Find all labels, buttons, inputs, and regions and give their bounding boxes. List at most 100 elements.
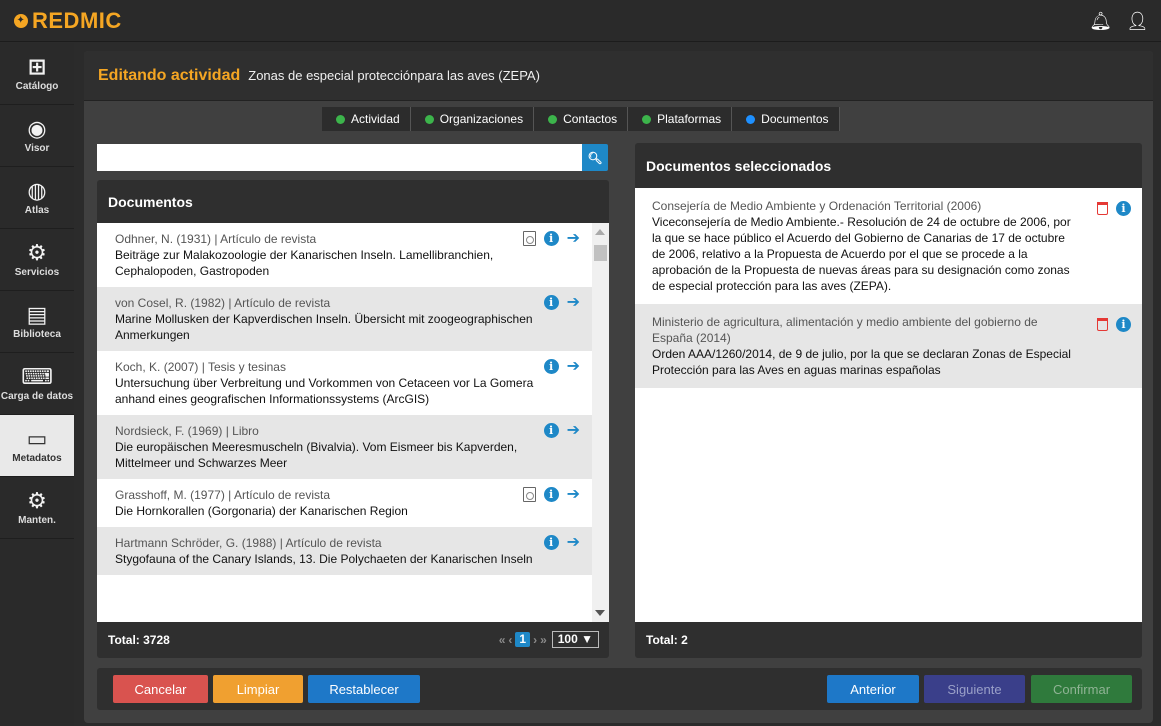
sidebar-item-visor[interactable]: ◉ Visor [0, 105, 74, 167]
scroll-thumb[interactable] [594, 245, 607, 261]
clear-button[interactable]: Limpiar [213, 675, 303, 703]
step-organizaciones[interactable]: Organizaciones [411, 107, 535, 131]
sidebar-item-label: Catálogo [15, 81, 59, 92]
doc-meta: von Cosel, R. (1982) | Artículo de revis… [115, 296, 331, 310]
sidebar: ⊞ Catálogo ◉ Visor ◍ Atlas ⚙ Servicios ▤… [0, 43, 74, 726]
page-subtitle: Zonas de especial protecciónpara las ave… [248, 68, 540, 83]
reset-button[interactable]: Restablecer [308, 675, 420, 703]
arrow-right-icon[interactable]: ➔ [567, 231, 580, 247]
trash-icon[interactable] [1097, 318, 1108, 331]
sidebar-item-carga-de-datos[interactable]: ⌨ Carga de datos [0, 353, 74, 415]
doc-meta: Grasshoff, M. (1977) | Artículo de revis… [115, 488, 330, 502]
sitemap-icon: ⊞ [27, 54, 47, 79]
top-bar: ✦ REDMIC 🔔︎ 👤︎ [0, 0, 1161, 42]
arrow-right-icon[interactable]: ➔ [567, 535, 580, 551]
list-item[interactable]: Ministerio de agricultura, alimentación … [635, 304, 1142, 388]
sidebar-item-label: Metadatos [12, 453, 62, 464]
arrow-right-icon[interactable]: ➔ [567, 359, 580, 375]
arrow-right-icon[interactable]: ➔ [567, 295, 580, 311]
sidebar-item-label: Manten. [18, 515, 56, 526]
prev-page-icon[interactable]: ‹ [508, 633, 512, 647]
info-icon[interactable]: i [543, 535, 559, 550]
step-contactos[interactable]: Contactos [534, 107, 629, 131]
doc-meta: Odhner, N. (1931) | Artículo de revista [115, 232, 317, 246]
sidebar-item-label: Servicios [14, 267, 60, 278]
documents-panel-title: Documentos [108, 193, 193, 210]
list-item[interactable]: Nordsieck, F. (1969) | Libro Die europäi… [97, 415, 592, 479]
sidebar-item-label: Biblioteca [13, 329, 61, 340]
main-content: Editando actividad Zonas de especial pro… [84, 51, 1153, 723]
current-page[interactable]: 1 [515, 632, 531, 647]
sidebar-item-catalogo[interactable]: ⊞ Catálogo [0, 43, 74, 105]
list-item[interactable]: Grasshoff, M. (1977) | Artículo de revis… [97, 479, 592, 527]
sidebar-item-manten[interactable]: ⚙ Manten. [0, 477, 74, 539]
eye-icon: ◉ [27, 116, 47, 141]
info-icon[interactable]: i [1116, 317, 1131, 332]
sidebar-item-label: Visor [24, 143, 50, 154]
list-item[interactable]: Consejería de Medio Ambiente y Ordenació… [635, 188, 1142, 304]
arrow-right-icon[interactable]: ➔ [567, 423, 580, 439]
documents-total: Total: 3728 [108, 633, 170, 647]
list-item[interactable]: Odhner, N. (1931) | Artículo de revista … [97, 223, 592, 287]
sidebar-item-servicios[interactable]: ⚙ Servicios [0, 229, 74, 291]
info-icon[interactable]: i [543, 231, 559, 246]
info-icon[interactable]: i [1116, 201, 1131, 216]
pagination: « ‹ 1 › » 100 ▼ [499, 631, 599, 648]
pdf-icon[interactable] [522, 231, 536, 246]
documents-list[interactable]: Odhner, N. (1931) | Artículo de revista … [97, 223, 592, 622]
page-size-value: 100 [557, 632, 578, 646]
search-box: 🔍︎ [97, 144, 608, 171]
next-button[interactable]: Siguiente [924, 675, 1025, 703]
sidebar-item-label: Atlas [24, 205, 50, 216]
sidebar-item-atlas[interactable]: ◍ Atlas [0, 167, 74, 229]
search-input[interactable] [97, 144, 567, 171]
trash-icon[interactable] [1097, 202, 1108, 215]
search-button[interactable]: 🔍︎ [582, 144, 608, 171]
info-icon[interactable]: i [543, 487, 559, 502]
app-logo[interactable]: ✦ REDMIC [0, 8, 122, 34]
page-title: Editando actividad [98, 66, 241, 84]
selected-documents-panel: Documentos seleccionados Consejería de M… [635, 143, 1142, 658]
list-item[interactable]: Koch, K. (2007) | Tesis y tesinas Unters… [97, 351, 592, 415]
selected-documents-list[interactable]: Consejería de Medio Ambiente y Ordenació… [635, 188, 1142, 622]
page-size-select[interactable]: 100 ▼ [551, 631, 599, 648]
sidebar-item-metadatos[interactable]: ▭ Metadatos [0, 415, 74, 477]
next-page-icon[interactable]: › [533, 633, 537, 647]
step-label: Organizaciones [439, 112, 524, 126]
info-icon[interactable]: i [543, 359, 559, 374]
cancel-button[interactable]: Cancelar [113, 675, 208, 703]
doc-title: Orden AAA/1260/2014, de 9 de julio, por … [652, 347, 1071, 377]
user-icon[interactable]: 👤︎ [1126, 11, 1149, 32]
bell-icon[interactable]: 🔔︎ [1089, 11, 1112, 32]
doc-meta: Koch, K. (2007) | Tesis y tesinas [115, 360, 286, 374]
pdf-icon[interactable] [522, 487, 536, 502]
selected-panel-title: Documentos seleccionados [646, 157, 832, 174]
keyboard-icon: ⌨ [21, 364, 53, 389]
scroll-up-icon[interactable] [595, 229, 605, 235]
info-icon[interactable]: i [543, 423, 559, 438]
doc-meta: Nordsieck, F. (1969) | Libro [115, 424, 259, 438]
status-dot [746, 114, 756, 124]
documents-footer: Total: 3728 « ‹ 1 › » 100 ▼ [97, 622, 609, 658]
scrollbar[interactable] [592, 223, 609, 622]
step-documentos[interactable]: Documentos [732, 107, 840, 131]
info-icon[interactable]: i [543, 295, 559, 310]
previous-button[interactable]: Anterior [827, 675, 919, 703]
confirm-button[interactable]: Confirmar [1031, 675, 1132, 703]
cogs-icon: ⚙ [27, 488, 47, 513]
archive-icon: ▭ [26, 426, 48, 451]
sidebar-item-biblioteca[interactable]: ▤ Biblioteca [0, 291, 74, 353]
selected-footer: Total: 2 [635, 622, 1142, 658]
first-page-icon[interactable]: « [499, 633, 506, 647]
step-actividad[interactable]: Actividad [322, 107, 411, 131]
list-item[interactable]: Hartmann Schröder, G. (1988) | Artículo … [97, 527, 592, 575]
last-page-icon[interactable]: » [540, 633, 547, 647]
doc-title: Viceconsejería de Medio Ambiente.- Resol… [652, 215, 1071, 293]
sidebar-item-label: Carga de datos [0, 391, 74, 402]
step-plataformas[interactable]: Plataformas [628, 107, 733, 131]
list-item[interactable]: von Cosel, R. (1982) | Artículo de revis… [97, 287, 592, 351]
doc-title: Untersuchung über Verbreitung und Vorkom… [115, 376, 534, 406]
page-header: Editando actividad Zonas de especial pro… [84, 51, 1153, 101]
scroll-down-icon[interactable] [595, 610, 605, 616]
arrow-right-icon[interactable]: ➔ [567, 487, 580, 503]
